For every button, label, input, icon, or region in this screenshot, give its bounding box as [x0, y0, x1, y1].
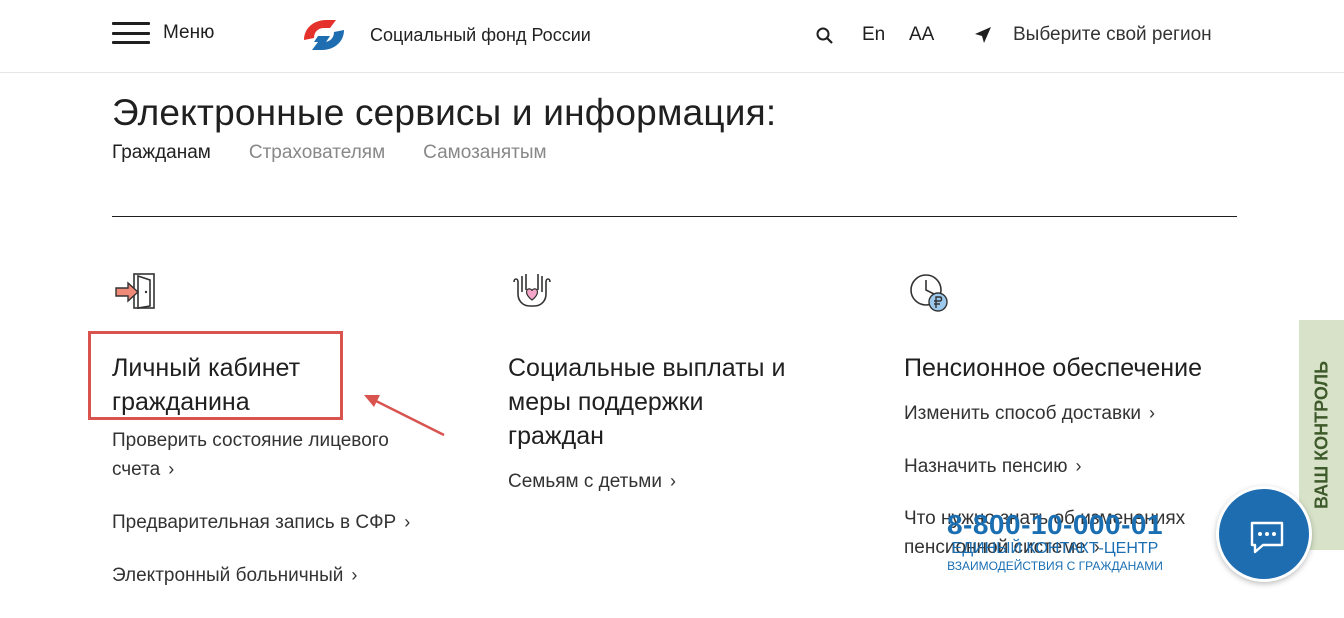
- audience-tabs: Гражданам Страхователям Самозанятым: [112, 142, 585, 164]
- language-switch[interactable]: En: [862, 24, 885, 46]
- font-size-button[interactable]: AA: [909, 24, 934, 46]
- region-label: Выберите свой регион: [1013, 24, 1212, 45]
- sfr-logo-icon[interactable]: [300, 14, 348, 56]
- annotation-highlight-box: [88, 331, 343, 420]
- chevron-right-icon: ›: [351, 565, 358, 585]
- region-selector[interactable]: Выберите свой регион: [973, 24, 1212, 46]
- card-title-pension[interactable]: Пенсионное обеспечение: [904, 351, 1244, 385]
- chevron-right-icon: ›: [404, 512, 411, 532]
- link-change-delivery-method[interactable]: Изменить способ доставки ›: [904, 399, 1244, 428]
- clock-ruble-icon: [910, 274, 948, 312]
- location-arrow-icon: [975, 27, 991, 43]
- chevron-right-icon: ›: [1075, 456, 1082, 476]
- door-enter-icon: [115, 273, 155, 309]
- contact-center-sublabel: ВЗАИМОДЕЙСТВИЯ С ГРАЖДАНАМИ: [947, 559, 1163, 573]
- chat-bubble-icon: [1250, 521, 1284, 554]
- hands-heart-icon: [513, 274, 551, 307]
- link-families-with-children[interactable]: Семьям с детьми ›: [508, 467, 848, 496]
- contact-phone: 8-800-10-000-01: [946, 509, 1164, 540]
- page-title: Электронные сервисы и информация:: [112, 92, 777, 133]
- column-social-payments: Социальные выплаты и меры поддержки граж…: [508, 268, 848, 496]
- chevron-right-icon: ›: [1149, 403, 1156, 423]
- tab-insurers[interactable]: Страхователям: [249, 142, 385, 164]
- search-icon[interactable]: [815, 26, 835, 46]
- chevron-right-icon: ›: [669, 471, 676, 491]
- your-control-label: ВАШ КОНТРОЛЬ: [1311, 360, 1331, 510]
- menu-label: Меню: [163, 22, 215, 43]
- card-title-social-payments[interactable]: Социальные выплаты и меры поддержки граж…: [508, 351, 848, 453]
- link-sick-leave[interactable]: Электронный больничный ›: [112, 561, 452, 590]
- chat-button[interactable]: [1216, 486, 1312, 582]
- contact-center-badge[interactable]: 8-800-10-000-01 ЕДИНЫЙ КОНТАКТ-ЦЕНТР ВЗА…: [940, 510, 1170, 574]
- site-header: Меню Социальный фонд России En AA Выбери…: [0, 0, 1344, 73]
- tab-self-employed[interactable]: Самозанятым: [423, 142, 546, 164]
- link-appointment[interactable]: Предварительная запись в СФР ›: [112, 508, 452, 537]
- menu-button[interactable]: Меню: [112, 22, 214, 44]
- contact-center-label: ЕДИНЫЙ КОНТАКТ-ЦЕНТР: [951, 540, 1159, 557]
- hamburger-icon: [112, 22, 150, 44]
- chevron-right-icon: ›: [168, 459, 175, 479]
- tab-citizens[interactable]: Гражданам: [112, 142, 211, 164]
- brand-name[interactable]: Социальный фонд России: [370, 25, 591, 46]
- divider: [112, 216, 1237, 217]
- link-assign-pension[interactable]: Назначить пенсию ›: [904, 452, 1244, 481]
- annotation-arrow-icon: [364, 395, 445, 437]
